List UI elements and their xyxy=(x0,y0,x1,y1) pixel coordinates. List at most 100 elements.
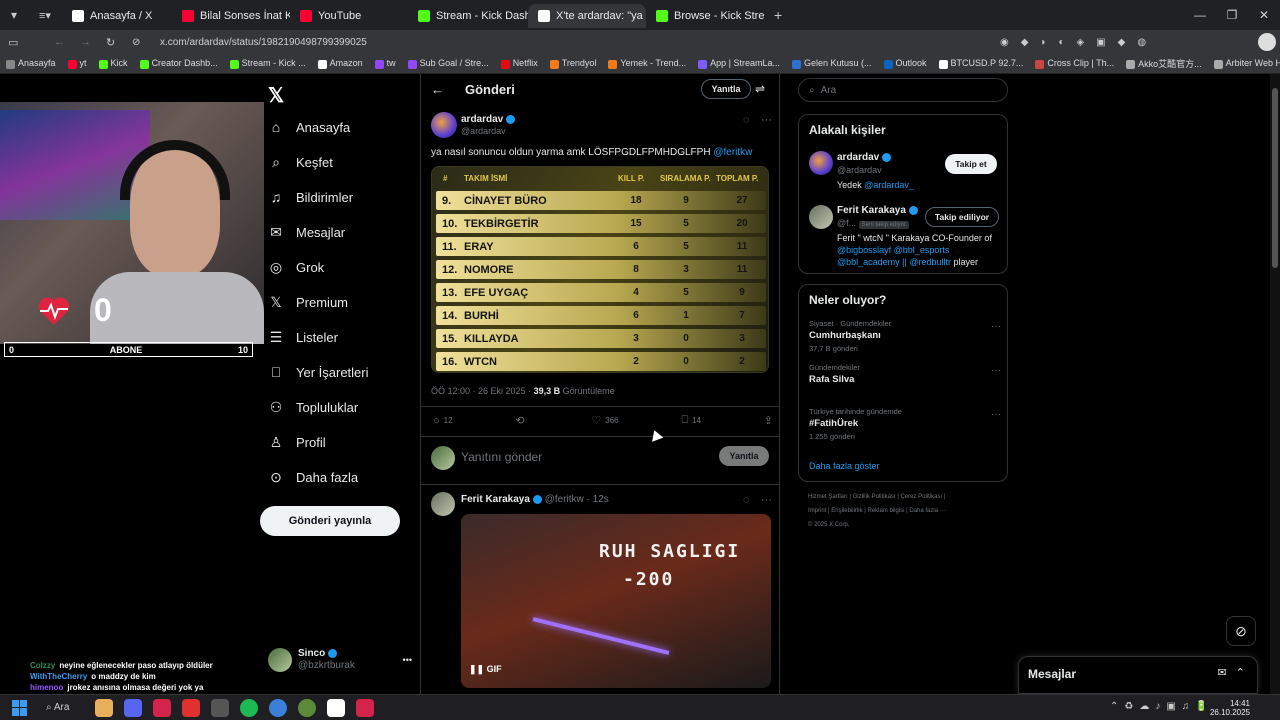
tweet-author-handle[interactable]: @ardardav xyxy=(461,126,506,136)
share-action[interactable]: ⇪ xyxy=(764,414,773,427)
bookmark-item[interactable]: Sub Goal / Stre... xyxy=(407,58,489,69)
more-icon[interactable]: ··· xyxy=(991,409,1001,420)
scrollbar-thumb[interactable] xyxy=(1272,88,1278,268)
show-more-link[interactable]: Daha fazla göster xyxy=(809,461,880,471)
close-icon[interactable]: ✕ xyxy=(1248,8,1280,22)
taskbar-app-icon[interactable] xyxy=(297,698,316,717)
avatar[interactable] xyxy=(809,205,833,229)
sidebar-item-bell[interactable]: ♫ Bildirimler xyxy=(268,189,353,205)
expand-icon[interactable]: ⌃ xyxy=(1236,667,1245,679)
sidebar-item-list[interactable]: ☰ Listeler xyxy=(268,329,338,345)
taskbar-app-icon[interactable] xyxy=(210,698,229,717)
more-icon[interactable]: ••• xyxy=(403,655,412,665)
new-message-icon[interactable]: ✉ xyxy=(1217,667,1226,679)
avatar[interactable] xyxy=(431,112,457,138)
new-tab-button[interactable]: + xyxy=(774,7,782,23)
minimize-icon[interactable]: — xyxy=(1184,8,1216,22)
tab-kick-dashboard[interactable]: Stream - Kick Dashboard xyxy=(408,4,528,28)
more-icon[interactable]: ··· xyxy=(991,321,1001,332)
tweet-author-name[interactable]: ardardav xyxy=(461,114,516,125)
scoreboard-image[interactable]: # TAKIM İSMİ KILL P. SIRALAMA P. TOPLAM … xyxy=(431,166,769,373)
bookmark-item[interactable]: App | StreamLa... xyxy=(698,58,780,69)
tab-groups-icon[interactable]: ≡▾ xyxy=(28,9,62,22)
bookmark-item[interactable]: Creator Dashb... xyxy=(139,58,218,69)
sidebar-item-grok[interactable]: ◎ Grok xyxy=(268,259,324,275)
messages-drawer[interactable]: Mesajlar ✉ ⌃ xyxy=(1018,656,1258,694)
taskbar-app-icon[interactable] xyxy=(123,698,142,717)
site-info-icon[interactable]: ⊘ xyxy=(132,37,140,48)
profile-avatar[interactable] xyxy=(1258,33,1276,51)
clock[interactable]: 14:41 26.10.2025 xyxy=(1210,699,1250,717)
reply-author[interactable]: Ferit Karakaya @feritkw · 12s xyxy=(461,494,609,505)
windows-start-icon[interactable] xyxy=(12,699,28,716)
search-input[interactable]: ⌕ Ara xyxy=(798,78,1008,102)
mention-link[interactable]: @feritkw xyxy=(713,147,752,158)
post-button[interactable]: Gönderi yayınla xyxy=(260,506,400,536)
tab-youtube[interactable]: YouTube xyxy=(290,4,408,28)
url-field[interactable]: x.com/ardardav/status/198219049879939902… xyxy=(160,37,367,48)
avatar[interactable] xyxy=(809,151,833,175)
tab-kick-browse[interactable]: Browse - Kick Streaming xyxy=(646,4,764,28)
more-icon[interactable]: ··· xyxy=(991,365,1001,376)
scrollbar[interactable] xyxy=(1270,74,1280,694)
sidebar-item-bookmark[interactable]: ⎕ Yer İşaretleri xyxy=(268,364,369,380)
sidebar-item-x-premium[interactable]: 𝕏 Premium xyxy=(268,294,348,310)
browser-menu-icon[interactable]: ▾ xyxy=(0,8,28,22)
sidebar-item-community[interactable]: ⚇ Topluluklar xyxy=(268,399,358,415)
reply-input[interactable]: Yanıtını gönder xyxy=(461,450,542,464)
account-switcher[interactable]: Sinco @bzkrtburak ••• xyxy=(268,648,412,672)
like-action[interactable]: ♡ 366 xyxy=(591,414,618,427)
forward-icon[interactable]: → xyxy=(80,36,91,48)
tab-x-post[interactable]: X'te ardardav: "ya nasıl son xyxy=(528,4,646,28)
reload-icon[interactable]: ↻ xyxy=(106,36,115,49)
spotify-icon[interactable] xyxy=(239,698,258,717)
tune-icon[interactable]: ⇌ xyxy=(755,82,765,96)
grok-float-icon[interactable]: ⊘ xyxy=(1226,616,1256,646)
avatar[interactable] xyxy=(431,492,455,516)
follow-button[interactable]: Takip et xyxy=(945,154,997,174)
system-tray-icons[interactable]: ⌃♻☁♪▣♫🔋 xyxy=(1110,701,1214,712)
bookmark-item[interactable]: Stream - Kick ... xyxy=(229,58,306,69)
bookmark-item[interactable]: Outlook xyxy=(883,58,927,69)
sidebar-item-mail[interactable]: ✉ Mesajlar xyxy=(268,224,345,240)
sidebar-item-home[interactable]: ⌂ Anasayfa xyxy=(268,119,350,135)
sidebar-toggle-icon[interactable]: ▭ xyxy=(8,36,18,49)
sidebar-item-profile[interactable]: ♙ Profil xyxy=(268,434,326,450)
bookmark-item[interactable]: tw xyxy=(374,58,396,69)
grok-action-icon[interactable]: ◌ xyxy=(743,114,750,126)
reply-action[interactable]: ○ 12 xyxy=(433,414,453,427)
taskbar-app-icon[interactable] xyxy=(152,698,171,717)
taskbar-app-icon[interactable] xyxy=(355,698,374,717)
bookmark-item[interactable]: BTCUSD.P 92.7... xyxy=(938,58,1023,69)
following-button[interactable]: Takip ediliyor xyxy=(925,207,999,227)
gif-badge[interactable]: ❚❚ GIF xyxy=(469,664,502,675)
bookmark-item[interactable]: Akko艾酷官方... xyxy=(1126,57,1202,70)
sidebar-item-search[interactable]: ⌕ Keşfet xyxy=(268,154,333,170)
bookmark-item[interactable]: Cross Clip | Th... xyxy=(1035,58,1114,69)
related-person-name[interactable]: ardardav xyxy=(837,152,892,163)
more-icon[interactable]: ··· xyxy=(761,114,772,126)
taskbar-search[interactable]: ⌕ Ara xyxy=(46,702,69,713)
related-person-name[interactable]: Ferit Karakaya xyxy=(837,205,918,216)
reply-submit-button[interactable]: Yanıtla xyxy=(719,446,769,466)
x-logo-icon[interactable]: 𝕏 xyxy=(268,83,284,108)
bookmark-action[interactable]: ⎕ 14 xyxy=(681,414,701,427)
taskbar-app-icon[interactable] xyxy=(268,698,287,717)
bookmark-item[interactable]: Gelen Kutusu (... xyxy=(791,58,872,69)
taskbar-app-icon[interactable] xyxy=(181,698,200,717)
more-icon[interactable]: ··· xyxy=(761,494,772,506)
bookmark-item[interactable]: Amazon xyxy=(317,58,363,69)
tab-x-home[interactable]: Anasayfa / X xyxy=(62,4,172,28)
grok-action-icon[interactable]: ◌ xyxy=(743,494,750,506)
tab-youtube-song[interactable]: Bilal Sonses İnat Keçi sözer xyxy=(172,4,290,28)
bookmark-item[interactable]: Anasayfa xyxy=(6,58,56,69)
taskbar-app-icon[interactable] xyxy=(326,698,345,717)
extensions-icons[interactable]: ◉◆◗◐◈▣◆◍ xyxy=(1000,37,1158,48)
back-arrow-icon[interactable]: ← xyxy=(431,82,444,97)
reply-top-button[interactable]: Yanıtla xyxy=(701,79,751,99)
back-icon[interactable]: ← xyxy=(54,36,65,48)
sidebar-item-more-circle[interactable]: ⊙ Daha fazla xyxy=(268,469,358,485)
bookmark-item[interactable]: yt xyxy=(67,58,87,69)
bookmark-item[interactable]: Kick xyxy=(98,58,128,69)
retweet-action[interactable]: ⟲ xyxy=(515,414,528,427)
